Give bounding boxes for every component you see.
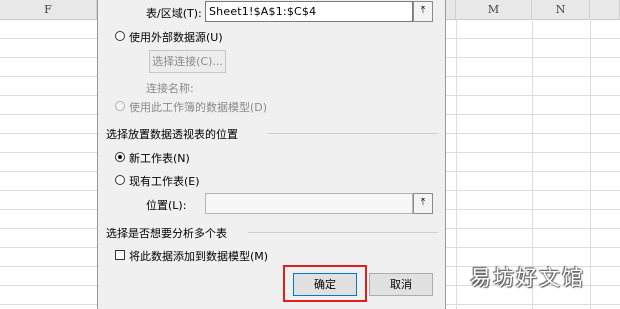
collapse-dialog-icon: ⤒ [420,197,426,208]
column-header-f[interactable]: F [0,0,97,19]
ok-button[interactable]: 确定 [293,273,357,296]
section-divider [248,232,438,233]
cancel-button[interactable]: 取消 [369,273,433,296]
multi-table-section-label: 选择是否想要分析多个表 [106,227,227,240]
connection-name-label: 连接名称: [146,82,194,95]
data-model-radio[interactable] [115,101,125,111]
location-section-label: 选择放置数据透视表的位置 [106,128,238,141]
range-collapse-button[interactable]: ⤒ [413,1,433,22]
position-label: 位置(L): [146,199,187,212]
new-worksheet-radio[interactable] [115,152,125,162]
column-header-o[interactable] [590,0,620,19]
choose-connection-button[interactable]: 选择连接(C)... [149,50,226,73]
existing-worksheet-label[interactable]: 现有工作表(E) [129,173,200,189]
collapse-dialog-icon: ⤒ [420,5,426,16]
range-value: Sheet1!$A$1:$C$4 [209,5,317,18]
column-header-l[interactable] [446,0,456,19]
section-divider [268,133,438,134]
column-header-m[interactable]: M [456,0,532,19]
range-input[interactable]: Sheet1!$A$1:$C$4 [205,1,413,22]
position-collapse-button[interactable]: ⤒ [413,193,433,214]
position-input[interactable] [205,193,413,214]
column-header-n[interactable]: N [532,0,590,19]
external-source-radio[interactable] [115,31,125,41]
create-pivottable-dialog: 表/区域(T): Sheet1!$A$1:$C$4 ⤒ 使用外部数据源(U) 选… [97,0,446,309]
new-worksheet-label[interactable]: 新工作表(N) [129,150,190,166]
add-to-data-model-label[interactable]: 将此数据添加到数据模型(M) [129,248,268,264]
data-model-label[interactable]: 使用此工作簿的数据模型(D) [129,99,267,115]
existing-worksheet-radio[interactable] [115,175,125,185]
add-to-data-model-checkbox[interactable] [115,250,125,260]
watermark: 易坊好文馆 [470,266,585,290]
external-source-label[interactable]: 使用外部数据源(U) [129,29,223,45]
range-label: 表/区域(T): [146,7,202,20]
